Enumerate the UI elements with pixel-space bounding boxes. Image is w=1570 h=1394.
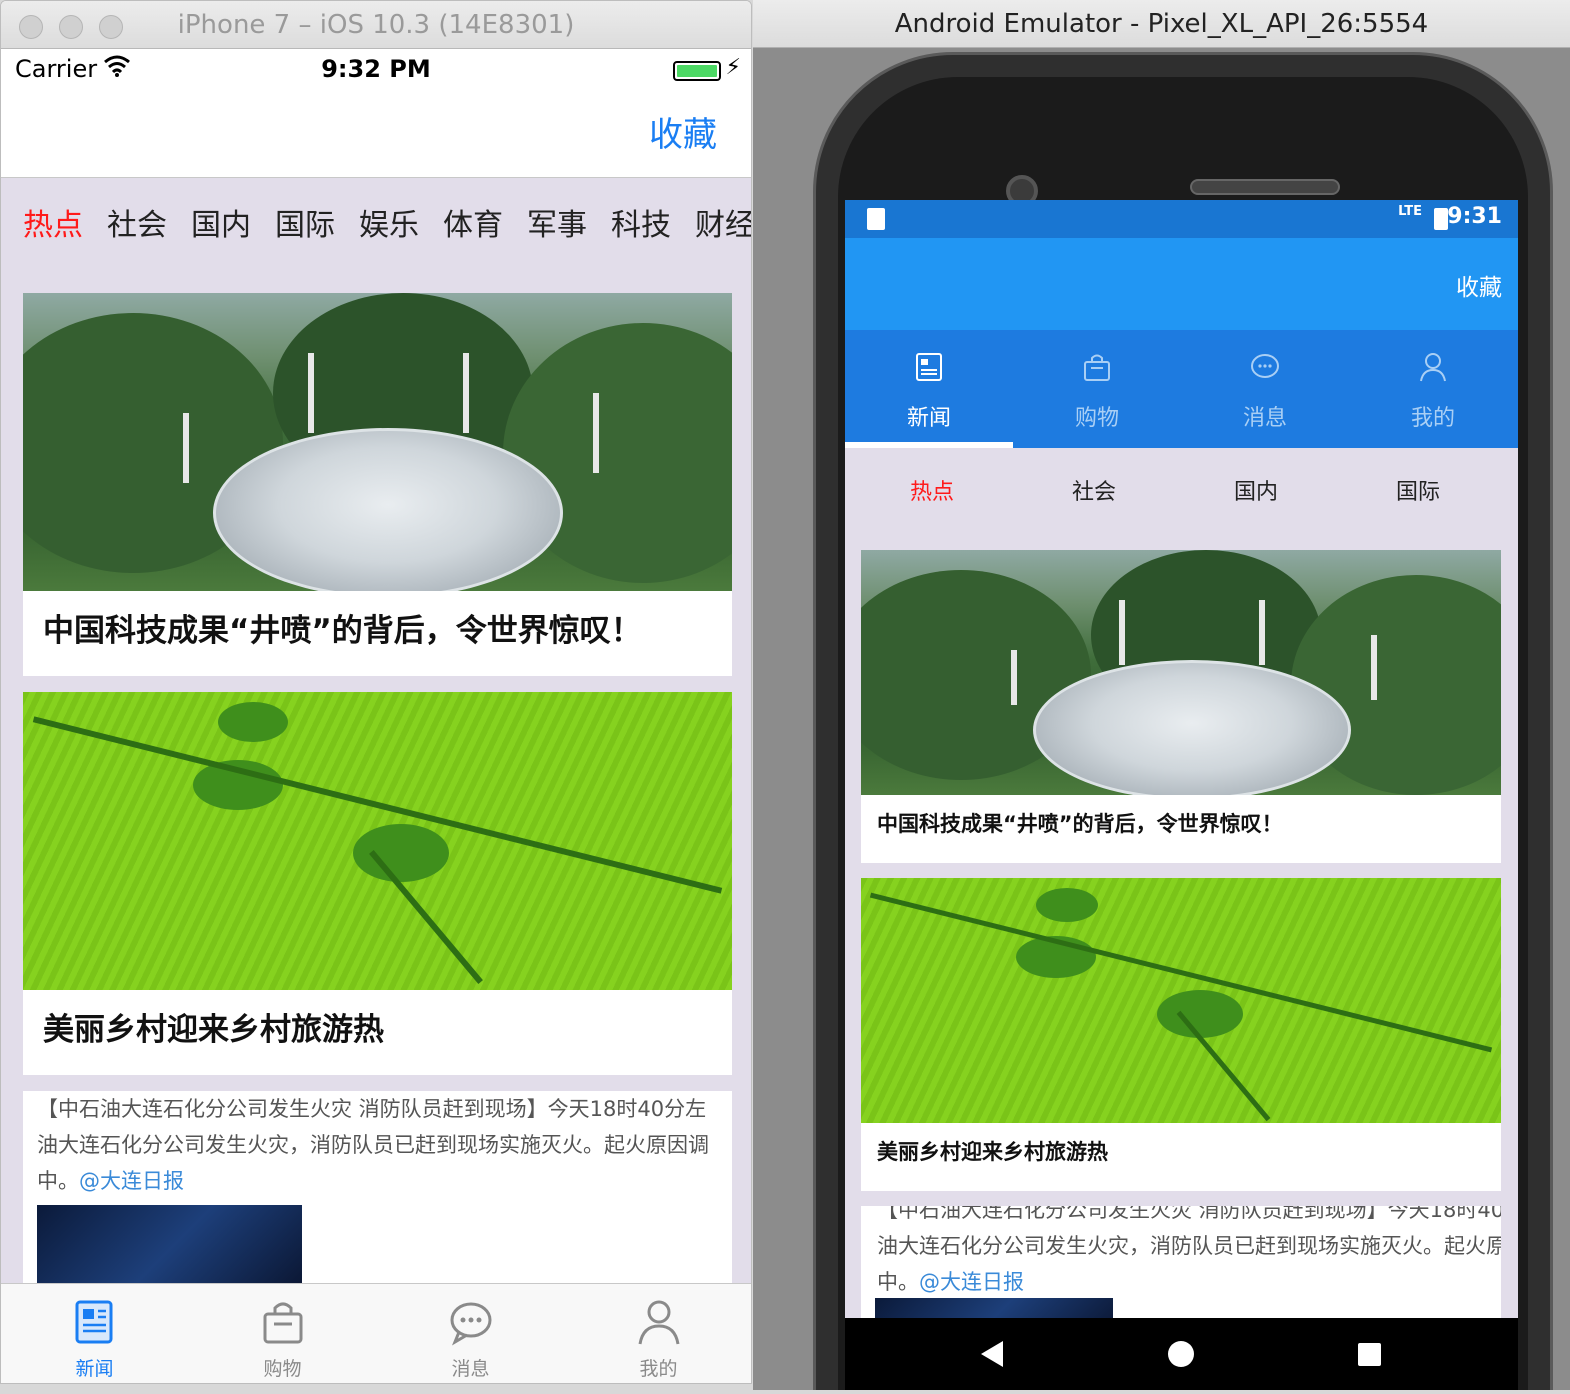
category-society[interactable]: 社会 (107, 200, 167, 244)
earpiece-speaker (1190, 179, 1340, 195)
article-title: 中国科技成果“井喷”的背后，令世界惊叹！ (43, 613, 642, 649)
category-technology[interactable]: 科技 (611, 200, 671, 244)
message-icon (1251, 354, 1279, 378)
tab-profile[interactable]: 我的 (565, 1284, 751, 1383)
post-text-line: 中。@大连日报 (23, 1163, 732, 1199)
battery-icon (673, 61, 721, 81)
ios-news-content[interactable]: 热点 社会 国内 国际 娱乐 体育 军事 科技 财经 中国科技成果“井喷”的背后… (1, 178, 751, 1283)
android-screen[interactable]: LTE 9:31 收藏 新闻 购物 消息 我的 热点 社会 国内 国际 中国科技… (845, 200, 1518, 1390)
tab-profile[interactable]: 我的 (1349, 330, 1517, 448)
post-text-line: 【中石油大连石化分公司发生火灾 消防队员赶到现场】今天18时40分左 (37, 1097, 707, 1121)
recents-button[interactable] (1349, 1318, 1389, 1390)
charging-icon: ⚡ (725, 55, 741, 80)
ios-window-title: iPhone 7 – iOS 10.3 (14E8301) (177, 10, 575, 40)
rice-field-photo (23, 692, 732, 990)
radio-telescope-photo (861, 550, 1501, 795)
weibo-post-card[interactable]: 【中石油大连石化分公司发生火灾 消防队员赶到现场】今天18时40分左 油大连石化… (23, 1091, 732, 1283)
favorites-button[interactable]: 收藏 (1456, 268, 1502, 302)
user-icon (638, 1300, 679, 1345)
post-text-prefix: 中。 (877, 1270, 919, 1294)
news-icon (75, 1300, 112, 1344)
news-card[interactable]: 中国科技成果“井喷”的背后，令世界惊叹！ (861, 550, 1501, 863)
lte-signal-icon: LTE (1398, 204, 1422, 219)
home-circle-icon (1168, 1341, 1194, 1367)
shopping-bag-icon (263, 1302, 302, 1344)
category-bar: 热点 社会 国内 国际 娱乐 体育 军事 科技 财经 (1, 178, 751, 266)
category-hot[interactable]: 热点 (23, 200, 83, 244)
article-title: 中国科技成果“井喷”的背后，令世界惊叹！ (877, 812, 1283, 836)
recents-square-icon (1358, 1343, 1381, 1366)
category-finance[interactable]: 财经 (695, 200, 751, 244)
news-card[interactable]: 美丽乡村迎来乡村旅游热 (861, 878, 1501, 1191)
ios-tab-bar: 新闻 购物 消息 我的 (1, 1283, 751, 1383)
tab-profile-label: 我的 (639, 1358, 678, 1380)
ios-status-bar: Carrier 9:32 PM ⚡ (1, 49, 751, 91)
tab-messages[interactable]: 消息 (1181, 330, 1349, 448)
tab-shopping-label: 购物 (263, 1358, 302, 1380)
post-text-line: 油大连石化分公司发生火灾，消防队员已赶到现场实施灭火。起火原因调 (877, 1234, 1501, 1258)
category-society[interactable]: 社会 (1013, 474, 1175, 506)
tab-news[interactable]: 新闻 (1, 1284, 188, 1383)
mention-link[interactable]: @大连日报 (79, 1169, 184, 1193)
tab-profile-label: 我的 (1410, 406, 1455, 431)
article-title: 美丽乡村迎来乡村旅游热 (877, 1140, 1108, 1164)
tab-shopping-label: 购物 (1074, 406, 1119, 431)
shopping-bag-icon (1084, 354, 1110, 381)
android-app-bar: 收藏 (845, 238, 1518, 330)
category-domestic[interactable]: 国内 (191, 200, 251, 244)
tab-news-label: 新闻 (75, 1358, 114, 1380)
tab-shopping[interactable]: 购物 (1013, 330, 1181, 448)
tab-messages-label: 消息 (1242, 406, 1287, 431)
android-top-tabs: 新闻 购物 消息 我的 (845, 330, 1518, 448)
category-entertainment[interactable]: 娱乐 (359, 200, 419, 244)
post-text-prefix: 中。 (37, 1169, 79, 1193)
user-icon (1420, 353, 1446, 382)
category-sports[interactable]: 体育 (443, 200, 503, 244)
news-card[interactable]: 美丽乡村迎来乡村旅游热 (23, 692, 732, 1075)
rice-field-photo (861, 878, 1501, 1123)
category-bar: 热点 社会 国内 国际 (845, 448, 1518, 548)
android-window-title: Android Emulator - Pixel_XL_API_26:5554 (894, 9, 1429, 39)
tab-messages[interactable]: 消息 (377, 1284, 564, 1383)
post-text-line: 【中石油大连石化分公司发生火灾 消防队员赶到现场】今天18时40分左 (877, 1206, 1501, 1222)
category-international[interactable]: 国际 (275, 200, 335, 244)
news-icon (916, 353, 942, 381)
ios-window-titlebar: iPhone 7 – iOS 10.3 (14E8301) (1, 1, 751, 49)
tab-messages-label: 消息 (451, 1358, 490, 1380)
back-button[interactable] (973, 1318, 1013, 1390)
category-international[interactable]: 国际 (1337, 474, 1499, 506)
category-military[interactable]: 军事 (527, 200, 587, 244)
news-card[interactable]: 中国科技成果“井喷”的背后，令世界惊叹！ (23, 293, 732, 676)
ios-simulator-window: iPhone 7 – iOS 10.3 (14E8301) Carrier 9:… (0, 0, 752, 1384)
post-text-line: 油大连石化分公司发生火灾，消防队员已赶到现场实施灭火。起火原因调 (37, 1133, 709, 1157)
mention-link[interactable]: @大连日报 (919, 1270, 1024, 1294)
sd-card-icon (867, 208, 885, 230)
ios-navigation-bar: 收藏 (1, 91, 751, 178)
android-window-titlebar: Android Emulator - Pixel_XL_API_26:5554 (753, 0, 1570, 48)
tab-shopping[interactable]: 购物 (189, 1284, 376, 1383)
status-time: 9:32 PM (321, 55, 431, 83)
post-image (37, 1205, 302, 1283)
article-title: 美丽乡村迎来乡村旅游热 (43, 1012, 384, 1048)
post-text-line: 中。@大连日报 (861, 1264, 1501, 1300)
favorites-button[interactable]: 收藏 (649, 107, 717, 156)
android-status-bar: LTE 9:31 (845, 200, 1518, 238)
battery-icon (1434, 208, 1448, 230)
message-icon (450, 1302, 491, 1346)
status-time: 9:31 (1447, 204, 1502, 229)
category-hot[interactable]: 热点 (851, 474, 1013, 506)
tab-news-label: 新闻 (906, 406, 951, 431)
android-navigation-bar (845, 1318, 1518, 1390)
radio-telescope-photo (23, 293, 732, 591)
category-domestic[interactable]: 国内 (1175, 474, 1337, 506)
home-button[interactable] (1161, 1318, 1201, 1390)
tab-news[interactable]: 新闻 (845, 330, 1013, 448)
back-triangle-icon (981, 1341, 1003, 1367)
